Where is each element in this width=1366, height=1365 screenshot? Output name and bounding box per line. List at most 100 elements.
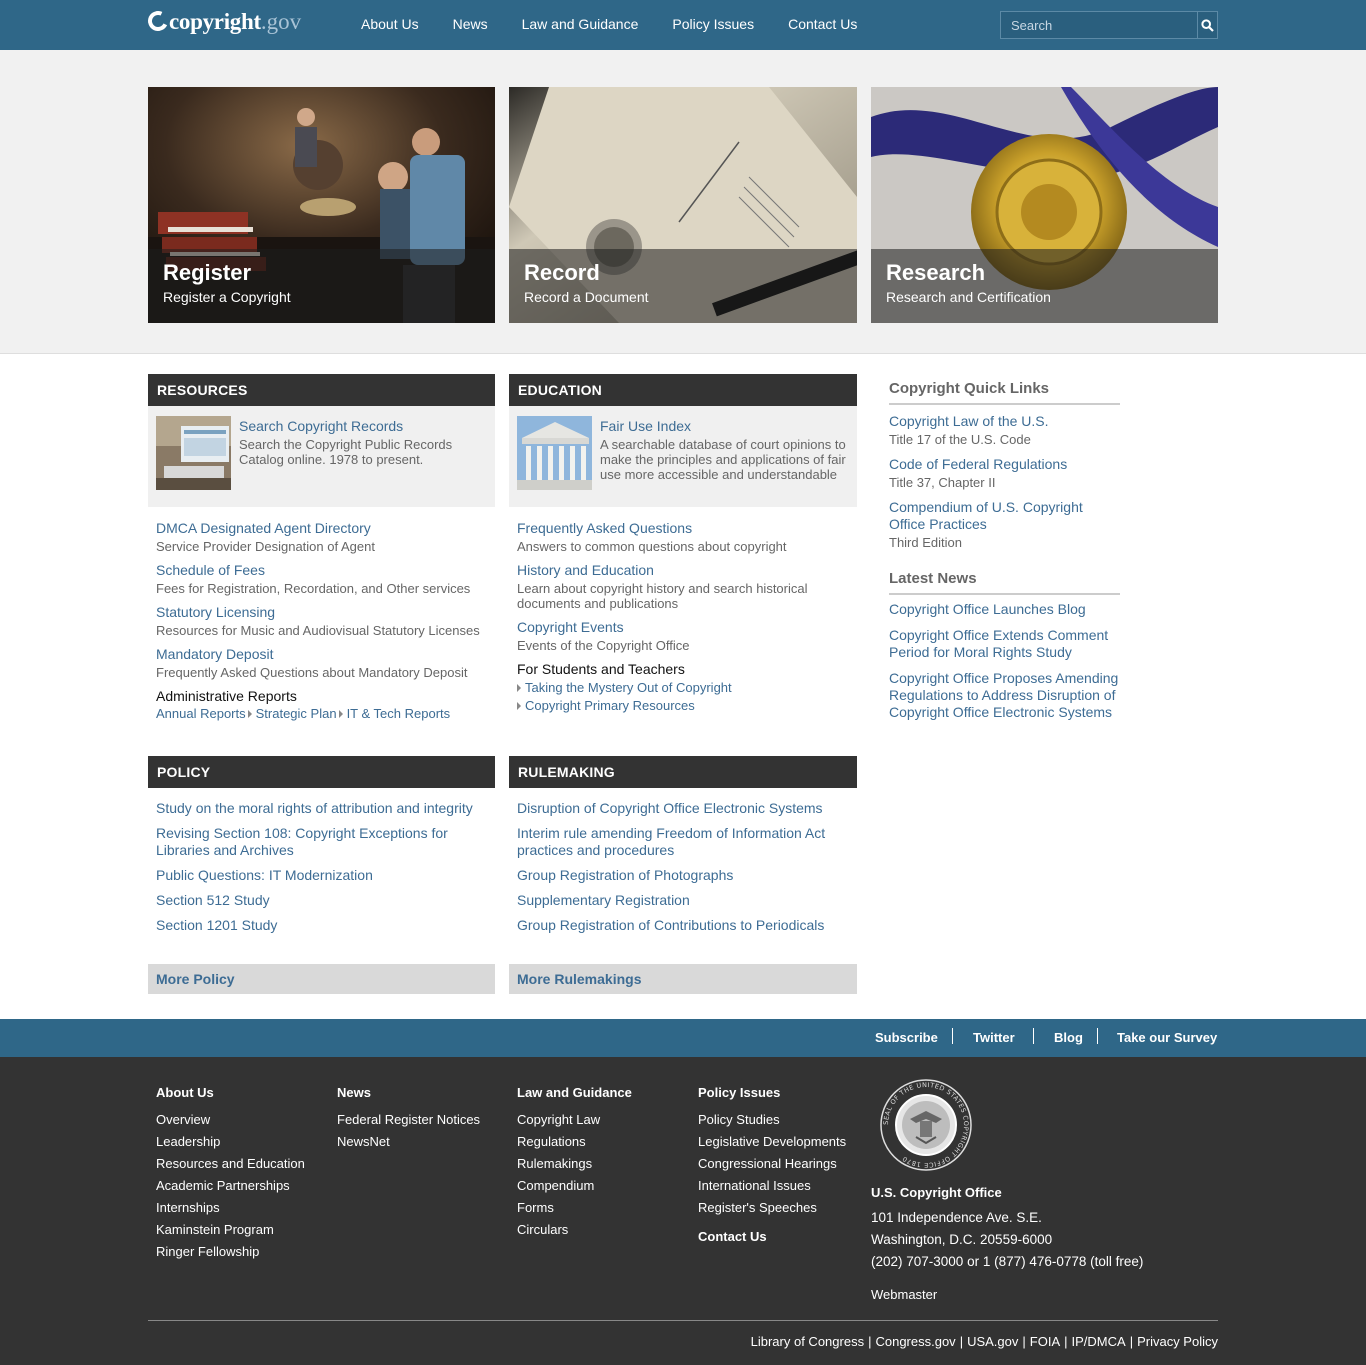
arrow-right-icon xyxy=(517,702,521,710)
footer-policy-heading[interactable]: Policy Issues xyxy=(698,1085,846,1100)
fair-use-thumbnail[interactable] xyxy=(517,416,592,490)
foia-link[interactable]: FOIA xyxy=(1030,1334,1060,1349)
hero-research-caption: Research Research and Certification xyxy=(871,249,1218,323)
footer-link[interactable]: Register's Speeches xyxy=(698,1201,846,1215)
quick-link-item: Compendium of U.S. Copyright Office Prac… xyxy=(889,499,1120,550)
hero-register-card[interactable]: Register Register a Copyright xyxy=(148,87,495,323)
policy-link[interactable]: Public Questions: IT Modernization xyxy=(148,867,495,884)
congress-gov-link[interactable]: Congress.gov xyxy=(875,1334,955,1349)
footer-contact-heading[interactable]: Contact Us xyxy=(698,1229,846,1244)
footer-link[interactable]: Federal Register Notices xyxy=(337,1113,480,1127)
footer-law-heading[interactable]: Law and Guidance xyxy=(517,1085,632,1100)
strategic-plan-link[interactable]: Strategic Plan xyxy=(256,706,337,721)
resources-item: Statutory Licensing Resources for Music … xyxy=(148,604,495,638)
footer-link[interactable]: Kaminstein Program xyxy=(156,1223,305,1237)
footer-link[interactable]: Leadership xyxy=(156,1135,305,1149)
footer-link[interactable]: International Issues xyxy=(698,1179,846,1193)
education-heading: EDUCATION xyxy=(509,374,857,406)
search-box xyxy=(1000,11,1218,39)
footer-link[interactable]: Legislative Developments xyxy=(698,1135,846,1149)
news-link[interactable]: Copyright Office Proposes Amending Regul… xyxy=(889,670,1120,721)
footer-link[interactable]: NewsNet xyxy=(337,1135,480,1149)
footer-bottom-links: Library of Congress | Congress.gov | USA.g… xyxy=(750,1334,1218,1349)
faq-desc: Answers to common questions about copyri… xyxy=(517,539,787,554)
subscribe-link[interactable]: Subscribe xyxy=(875,1030,938,1045)
news-link[interactable]: Copyright Office Extends Comment Period … xyxy=(889,627,1120,661)
resources-item: Mandatory Deposit Frequently Asked Quest… xyxy=(148,646,495,680)
footer-policy-column: Policy Issues Policy Studies Legislative… xyxy=(698,1085,846,1257)
rulemaking-links: Disruption of Copyright Office Electroni… xyxy=(509,788,857,934)
rulemaking-link[interactable]: Disruption of Copyright Office Electroni… xyxy=(509,800,857,817)
footer-link[interactable]: Forms xyxy=(517,1201,632,1215)
it-tech-reports-link[interactable]: IT & Tech Reports xyxy=(347,706,451,721)
footer-link[interactable]: Copyright Law xyxy=(517,1113,632,1127)
search-button[interactable] xyxy=(1197,12,1217,38)
footer-news-heading[interactable]: News xyxy=(337,1085,480,1100)
footer-link[interactable]: Ringer Fellowship xyxy=(156,1245,305,1259)
footer-link[interactable]: Circulars xyxy=(517,1223,632,1237)
copyright-law-link[interactable]: Copyright Law of the U.S. xyxy=(889,413,1120,430)
policy-link[interactable]: Section 1201 Study xyxy=(148,917,495,934)
nav-law-and-guidance[interactable]: Law and Guidance xyxy=(522,16,639,32)
policy-link[interactable]: Section 512 Study xyxy=(148,892,495,909)
schedule-of-fees-link[interactable]: Schedule of Fees xyxy=(156,562,487,579)
privacy-policy-link[interactable]: Privacy Policy xyxy=(1137,1334,1218,1349)
search-copyright-records-desc: Search the Copyright Public Records Cata… xyxy=(239,437,453,467)
cfr-desc: Title 37, Chapter II xyxy=(889,475,996,490)
policy-link[interactable]: Revising Section 108: Copyright Exceptio… xyxy=(148,825,495,859)
footer-link[interactable]: Compendium xyxy=(517,1179,632,1193)
nav-about-us[interactable]: About Us xyxy=(361,16,419,32)
rulemaking-link[interactable]: Interim rule amending Freedom of Informa… xyxy=(509,825,857,859)
faq-link[interactable]: Frequently Asked Questions xyxy=(517,520,849,537)
footer-link[interactable]: Overview xyxy=(156,1113,305,1127)
history-and-education-link[interactable]: History and Education xyxy=(517,562,849,579)
footer-link[interactable]: Internships xyxy=(156,1201,305,1215)
hero-record-card[interactable]: Record Record a Document xyxy=(509,87,857,323)
nav-news[interactable]: News xyxy=(453,16,488,32)
site-logo[interactable]: copyright .gov xyxy=(145,8,301,39)
ip-dmca-link[interactable]: IP/DMCA xyxy=(1072,1334,1126,1349)
footer-link[interactable]: Rulemakings xyxy=(517,1157,632,1171)
annual-reports-link[interactable]: Annual Reports xyxy=(156,706,246,721)
policy-link[interactable]: Study on the moral rights of attribution… xyxy=(148,800,495,817)
footer-link[interactable]: Resources and Education xyxy=(156,1157,305,1171)
twitter-link[interactable]: Twitter xyxy=(973,1030,1015,1045)
hero-record-subtitle: Record a Document xyxy=(524,289,649,305)
search-copyright-records-link[interactable]: Search Copyright Records xyxy=(239,418,403,434)
footer-link[interactable]: Congressional Hearings xyxy=(698,1157,846,1171)
search-input[interactable] xyxy=(1001,12,1197,38)
copyright-events-link[interactable]: Copyright Events xyxy=(517,619,849,636)
footer-link[interactable]: Regulations xyxy=(517,1135,632,1149)
library-of-congress-link[interactable]: Library of Congress xyxy=(751,1334,864,1349)
footer-news-column: News Federal Register Notices NewsNet xyxy=(337,1085,480,1157)
mystery-out-of-copyright-link[interactable]: Taking the Mystery Out of Copyright xyxy=(525,680,732,695)
main-nav: About Us News Law and Guidance Policy Is… xyxy=(361,16,891,32)
more-rulemakings-button[interactable]: More Rulemakings xyxy=(509,964,857,994)
blog-link[interactable]: Blog xyxy=(1054,1030,1083,1045)
rulemaking-link[interactable]: Supplementary Registration xyxy=(509,892,857,909)
nav-policy-issues[interactable]: Policy Issues xyxy=(672,16,754,32)
webmaster-link[interactable]: Webmaster xyxy=(871,1287,1143,1302)
footer-link[interactable]: Policy Studies xyxy=(698,1113,846,1127)
copyright-primary-resources-link[interactable]: Copyright Primary Resources xyxy=(525,698,695,713)
rulemaking-link[interactable]: Group Registration of Photographs xyxy=(509,867,857,884)
fair-use-index-link[interactable]: Fair Use Index xyxy=(600,418,691,434)
survey-link[interactable]: Take our Survey xyxy=(1117,1030,1217,1045)
compendium-link[interactable]: Compendium of U.S. Copyright Office Prac… xyxy=(889,499,1120,533)
cfr-link[interactable]: Code of Federal Regulations xyxy=(889,456,1120,473)
divider xyxy=(1097,1028,1098,1044)
records-catalog-thumbnail[interactable] xyxy=(156,416,231,490)
divider xyxy=(952,1028,953,1044)
news-link[interactable]: Copyright Office Launches Blog xyxy=(889,601,1120,618)
hero-research-card[interactable]: Research Research and Certification xyxy=(871,87,1218,323)
footer-link[interactable]: Academic Partnerships xyxy=(156,1179,305,1193)
site-footer: About Us Overview Leadership Resources a… xyxy=(0,1057,1366,1365)
statutory-licensing-link[interactable]: Statutory Licensing xyxy=(156,604,487,621)
rulemaking-link[interactable]: Group Registration of Contributions to P… xyxy=(509,917,857,934)
usa-gov-link[interactable]: USA.gov xyxy=(967,1334,1018,1349)
dmca-agent-directory-link[interactable]: DMCA Designated Agent Directory xyxy=(156,520,487,537)
more-policy-button[interactable]: More Policy xyxy=(148,964,495,994)
mandatory-deposit-link[interactable]: Mandatory Deposit xyxy=(156,646,487,663)
nav-contact-us[interactable]: Contact Us xyxy=(788,16,857,32)
footer-about-heading[interactable]: About Us xyxy=(156,1085,305,1100)
